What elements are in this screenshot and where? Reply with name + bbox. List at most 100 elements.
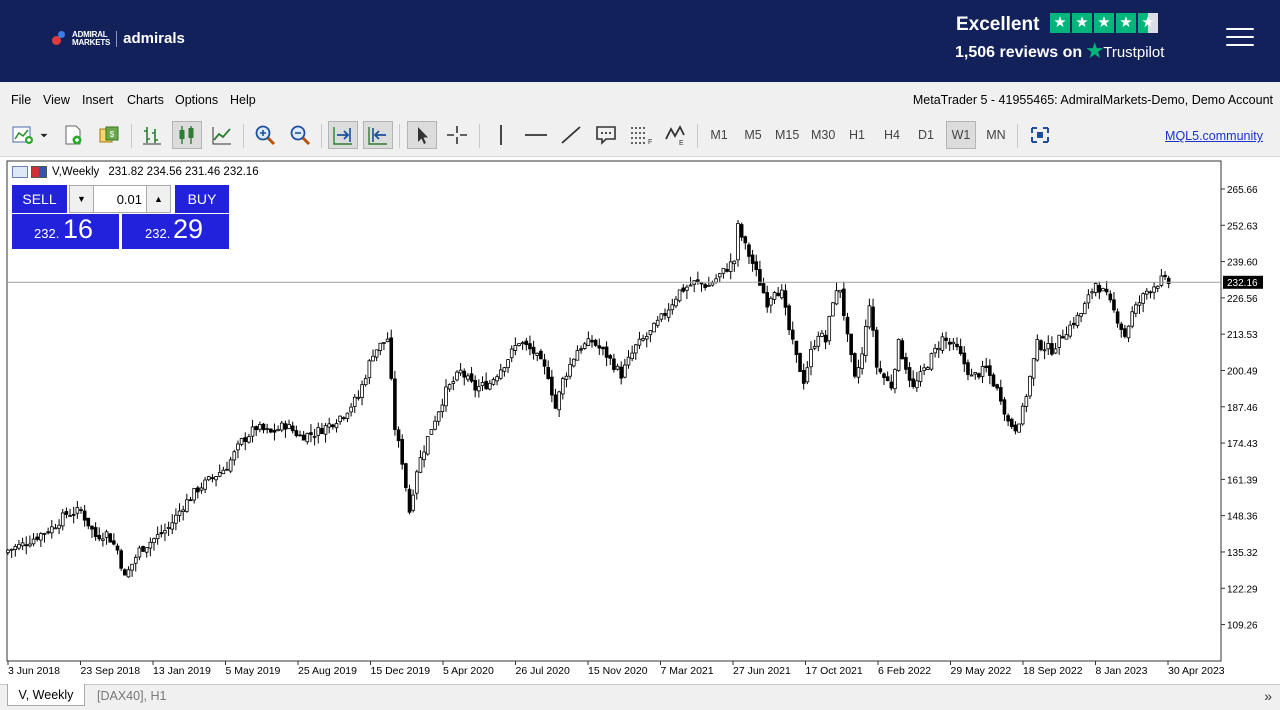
sell-price-button[interactable]: 232. 16 [12, 214, 119, 249]
menu-options[interactable]: Options [175, 93, 218, 107]
timeframe-mn[interactable]: MN [981, 121, 1011, 149]
market-watch-icon[interactable]: $ [94, 121, 124, 149]
fibonacci-icon[interactable]: F [625, 121, 655, 149]
candle-up [1042, 349, 1047, 352]
candle-up [1053, 348, 1058, 354]
chart-tab-bar: V, Weekly [DAX40], H1 » [0, 684, 1280, 710]
candle-down [885, 376, 890, 382]
timeframe-m1[interactable]: M1 [704, 121, 734, 149]
candle-up [863, 326, 868, 356]
candle-down [1108, 293, 1113, 301]
tab-scroll-icon[interactable]: » [1264, 688, 1272, 704]
candle-up [1101, 288, 1105, 292]
menu-view[interactable]: View [43, 93, 70, 107]
candle-down [681, 287, 686, 292]
candle-up [312, 435, 317, 438]
svg-text:E: E [679, 140, 684, 146]
dropdown-arrow-icon[interactable] [34, 121, 54, 149]
line-chart-icon[interactable] [207, 121, 237, 149]
chart-shift-icon[interactable] [328, 121, 358, 149]
candle-up [487, 382, 492, 390]
crosshair-icon[interactable] [442, 121, 472, 149]
candle-up [170, 522, 175, 530]
candle-down [389, 337, 394, 379]
hamburger-icon[interactable] [1226, 28, 1254, 48]
timeframe-h4[interactable]: H4 [877, 121, 907, 149]
timeframe-m30[interactable]: M30 [807, 121, 839, 149]
chart-tab-active[interactable]: V, Weekly [7, 684, 85, 706]
menu-file[interactable]: File [11, 93, 31, 107]
candle-up [133, 557, 138, 564]
chart-window-icon[interactable] [12, 166, 28, 178]
candle-down [842, 288, 846, 316]
timeframe-h1[interactable]: H1 [842, 121, 872, 149]
candle-up [152, 538, 156, 544]
mql5-community-link[interactable]: MQL5.community [1165, 129, 1263, 143]
candle-up [918, 371, 923, 382]
autoscroll-icon[interactable] [363, 121, 393, 149]
candle-down [195, 487, 200, 493]
candle-down [958, 346, 963, 355]
timeframe-w1[interactable]: W1 [946, 121, 976, 149]
menu-insert[interactable]: Insert [82, 93, 113, 107]
candle-down [539, 350, 543, 360]
lot-decrease-button[interactable]: ▼ [69, 185, 94, 213]
candle-up [856, 367, 861, 378]
candle-down [400, 439, 404, 465]
candle-down [93, 527, 98, 537]
candle-up [940, 336, 945, 351]
lot-increase-button[interactable]: ▲ [146, 185, 171, 213]
zoom-out-icon[interactable] [285, 121, 315, 149]
candle-down [579, 348, 583, 351]
candle-up [338, 415, 342, 423]
buy-button[interactable]: BUY [175, 185, 229, 213]
chart-tab[interactable]: [DAX40], H1 [97, 689, 166, 703]
vertical-line-icon[interactable] [486, 121, 516, 149]
candle-up [933, 347, 937, 354]
star-icon: ★ [1094, 13, 1114, 33]
candle-down [396, 429, 401, 442]
trendline-icon[interactable] [556, 121, 586, 149]
candle-up [414, 471, 419, 494]
candle-down [309, 432, 313, 435]
candle-up [57, 524, 61, 529]
buy-price-button[interactable]: 232. 29 [122, 214, 229, 249]
admirals-logo[interactable]: ADMIRAL MARKETS admirals [52, 30, 185, 47]
candle-up [1152, 286, 1156, 293]
cursor-icon[interactable] [407, 121, 437, 149]
timeframe-m5[interactable]: M5 [738, 121, 768, 149]
elliott-wave-icon[interactable]: E [660, 121, 690, 149]
candle-down [115, 545, 120, 551]
menu-help[interactable]: Help [230, 93, 256, 107]
candle-up [279, 422, 284, 431]
candle-down [542, 359, 547, 367]
candle-down [484, 380, 488, 390]
candle-up [922, 367, 926, 371]
candle-up [148, 541, 153, 549]
bar-chart-icon[interactable] [137, 121, 167, 149]
candle-up [973, 372, 978, 375]
candle-down [900, 340, 905, 360]
candlestick-icon[interactable] [172, 121, 202, 149]
timeframe-m15[interactable]: M15 [771, 121, 803, 149]
menu-charts[interactable]: Charts [127, 93, 164, 107]
candle-down [703, 284, 707, 288]
object-list-icon[interactable] [1025, 121, 1055, 149]
candle-up [323, 425, 328, 435]
candle-down [283, 423, 288, 430]
x-tick-label: 5 Apr 2020 [443, 665, 494, 677]
text-label-icon[interactable] [591, 121, 621, 149]
lot-size-input[interactable] [94, 185, 146, 213]
zoom-in-icon[interactable] [250, 121, 280, 149]
sell-button[interactable]: SELL [12, 185, 67, 213]
candle-down [1097, 285, 1102, 293]
timeframe-d1[interactable]: D1 [911, 121, 941, 149]
trustpilot-reviews[interactable]: 1,506 reviews on ★Trustpilot [955, 40, 1164, 63]
candle-down [725, 268, 729, 272]
candle-down [46, 531, 50, 534]
horizontal-line-icon[interactable] [521, 121, 551, 149]
candle-up [174, 514, 178, 524]
candle-up [812, 346, 817, 349]
new-order-icon[interactable] [58, 121, 88, 149]
candle-up [634, 344, 638, 354]
